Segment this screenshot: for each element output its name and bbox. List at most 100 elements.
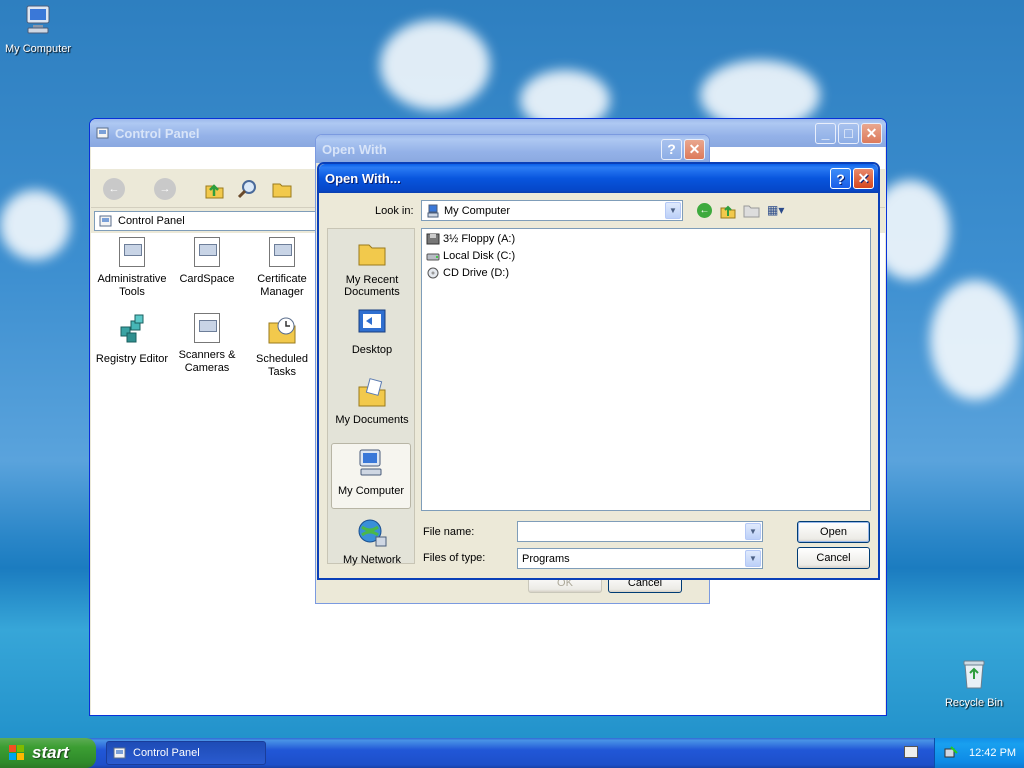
taskbar-item-control-panel[interactable]: Control Panel bbox=[106, 741, 266, 765]
cardspace-icon bbox=[192, 237, 222, 269]
cp-item-administrative-tools[interactable]: Administrative Tools bbox=[94, 237, 170, 299]
cloud bbox=[380, 20, 490, 110]
chevron-down-icon[interactable]: ▼ bbox=[745, 550, 761, 567]
look-in-label: Look in: bbox=[375, 205, 414, 217]
places-desktop[interactable]: Desktop bbox=[330, 307, 414, 356]
computer-icon bbox=[427, 204, 439, 217]
registry-editor-icon bbox=[120, 314, 144, 343]
windows-logo-icon bbox=[9, 745, 24, 760]
minimize-button[interactable]: _ bbox=[815, 122, 836, 144]
recycle-bin-icon bbox=[963, 660, 985, 689]
files-of-type-label: Files of type: bbox=[423, 552, 486, 564]
maximize-button[interactable]: □ bbox=[838, 122, 859, 144]
network-icon bbox=[358, 519, 387, 547]
computer-icon bbox=[26, 5, 50, 34]
keyboard-icon[interactable] bbox=[904, 746, 918, 758]
file-row-local-disk[interactable]: Local Disk (C:) bbox=[426, 248, 515, 264]
places-label: Desktop bbox=[351, 344, 393, 356]
network-tray-icon[interactable] bbox=[943, 745, 959, 761]
computer-icon bbox=[359, 449, 382, 476]
back-icon[interactable]: ← bbox=[103, 178, 125, 200]
file-name-label: File name: bbox=[423, 526, 475, 538]
search-icon[interactable] bbox=[237, 178, 259, 200]
open-with-back-title: Open With bbox=[322, 141, 387, 157]
places-label: My Network bbox=[342, 554, 402, 566]
places-my-network[interactable]: My Network bbox=[330, 517, 414, 566]
taskbar: start Control Panel 12:42 PM bbox=[0, 738, 1024, 768]
chevron-down-icon[interactable]: ▼ bbox=[665, 202, 681, 219]
places-my-recent-documents[interactable]: My Recent Documents bbox=[330, 237, 414, 298]
hard-disk-icon bbox=[426, 253, 440, 261]
cp-item-label: Scheduled Tasks bbox=[256, 353, 308, 378]
taskbar-item-label: Control Panel bbox=[133, 747, 200, 759]
my-documents-icon bbox=[358, 378, 386, 407]
places-bar: My Recent Documents Desktop My Documents… bbox=[327, 228, 415, 566]
address-text: Control Panel bbox=[118, 215, 185, 227]
file-name: 3½ Floppy (A:) bbox=[443, 233, 516, 245]
cp-item-label: Registry Editor bbox=[95, 353, 169, 365]
scheduled-tasks-icon bbox=[268, 317, 296, 344]
file-list[interactable]: 3½ Floppy (A:) Local Disk (C:) CD Drive … bbox=[421, 228, 871, 511]
help-button[interactable]: ? bbox=[830, 168, 851, 189]
file-name: Local Disk (C:) bbox=[443, 250, 516, 262]
cancel-button[interactable]: Cancel bbox=[797, 547, 870, 569]
floppy-drive-icon bbox=[426, 233, 440, 245]
file-name: CD Drive (D:) bbox=[443, 267, 509, 279]
recycle-bin-desktop-icon[interactable]: Recycle Bin bbox=[936, 658, 1012, 709]
system-tray: 12:42 PM bbox=[934, 738, 1024, 768]
recent-documents-icon bbox=[358, 244, 386, 266]
close-button[interactable]: ✕ bbox=[861, 122, 882, 144]
clock[interactable]: 12:42 PM bbox=[969, 747, 1016, 759]
my-computer-desktop-icon[interactable]: My Computer bbox=[0, 4, 76, 55]
up-folder-icon[interactable] bbox=[719, 201, 737, 219]
cd-drive-icon bbox=[427, 267, 439, 279]
cloud bbox=[0, 190, 70, 260]
forward-icon[interactable]: → bbox=[154, 178, 176, 200]
cp-item-label: Scanners & Cameras bbox=[178, 349, 236, 374]
open-file-dialog: Open With... ? ✕ Look in: My Computer ▼ … bbox=[317, 162, 880, 580]
administrative-tools-icon bbox=[117, 237, 147, 269]
places-my-documents[interactable]: My Documents bbox=[330, 377, 414, 426]
start-label: start bbox=[32, 743, 69, 762]
file-name-combo[interactable]: ▼ bbox=[517, 521, 763, 542]
file-row-floppy[interactable]: 3½ Floppy (A:) bbox=[426, 231, 515, 247]
cp-item-cardspace[interactable]: CardSpace bbox=[169, 237, 245, 286]
control-panel-small-icon bbox=[99, 215, 112, 227]
my-computer-desktop-label: My Computer bbox=[4, 43, 72, 55]
chevron-down-icon[interactable]: ▼ bbox=[745, 523, 761, 540]
open-file-title: Open With... bbox=[325, 171, 401, 186]
cp-item-certificate-manager[interactable]: Certificate Manager bbox=[244, 237, 320, 299]
places-my-computer[interactable]: My Computer bbox=[331, 443, 411, 509]
help-button[interactable]: ? bbox=[661, 138, 682, 160]
folders-icon[interactable] bbox=[271, 178, 293, 200]
new-folder-icon[interactable] bbox=[743, 202, 761, 218]
file-row-cd-drive[interactable]: CD Drive (D:) bbox=[426, 265, 509, 281]
back-icon[interactable]: ← bbox=[697, 203, 712, 218]
start-button[interactable]: start bbox=[0, 738, 96, 768]
control-panel-icon bbox=[96, 127, 109, 139]
cp-item-label: Certificate Manager bbox=[257, 273, 307, 298]
close-button[interactable]: ✕ bbox=[853, 168, 874, 189]
control-panel-icon bbox=[113, 747, 126, 759]
cp-item-registry-editor[interactable]: Registry Editor bbox=[94, 313, 170, 366]
places-label: My Computer bbox=[337, 485, 405, 497]
files-of-type-value: Programs bbox=[522, 552, 570, 565]
cp-item-label: Administrative Tools bbox=[97, 273, 167, 298]
view-menu-icon[interactable]: ▦▾ bbox=[767, 203, 784, 217]
close-button[interactable]: ✕ bbox=[684, 138, 705, 160]
cp-item-scanners-cameras[interactable]: Scanners & Cameras bbox=[169, 313, 245, 375]
certificate-manager-icon bbox=[267, 237, 297, 269]
open-with-back-titlebar[interactable]: Open With ? ✕ bbox=[316, 135, 709, 163]
desktop-icon bbox=[358, 309, 386, 333]
cp-item-label: CardSpace bbox=[179, 273, 235, 285]
places-label: My Recent Documents bbox=[344, 274, 400, 298]
up-folder-icon[interactable] bbox=[203, 178, 225, 200]
files-of-type-combo[interactable]: Programs ▼ bbox=[517, 548, 763, 569]
places-label: My Documents bbox=[335, 414, 409, 426]
cp-item-scheduled-tasks[interactable]: Scheduled Tasks bbox=[244, 313, 320, 379]
open-button[interactable]: Open bbox=[797, 521, 870, 543]
scanners-cameras-icon bbox=[192, 313, 222, 345]
cloud bbox=[930, 280, 1020, 400]
open-file-titlebar[interactable]: Open With... ? ✕ bbox=[319, 164, 878, 193]
look-in-combo[interactable]: My Computer ▼ bbox=[421, 200, 683, 221]
